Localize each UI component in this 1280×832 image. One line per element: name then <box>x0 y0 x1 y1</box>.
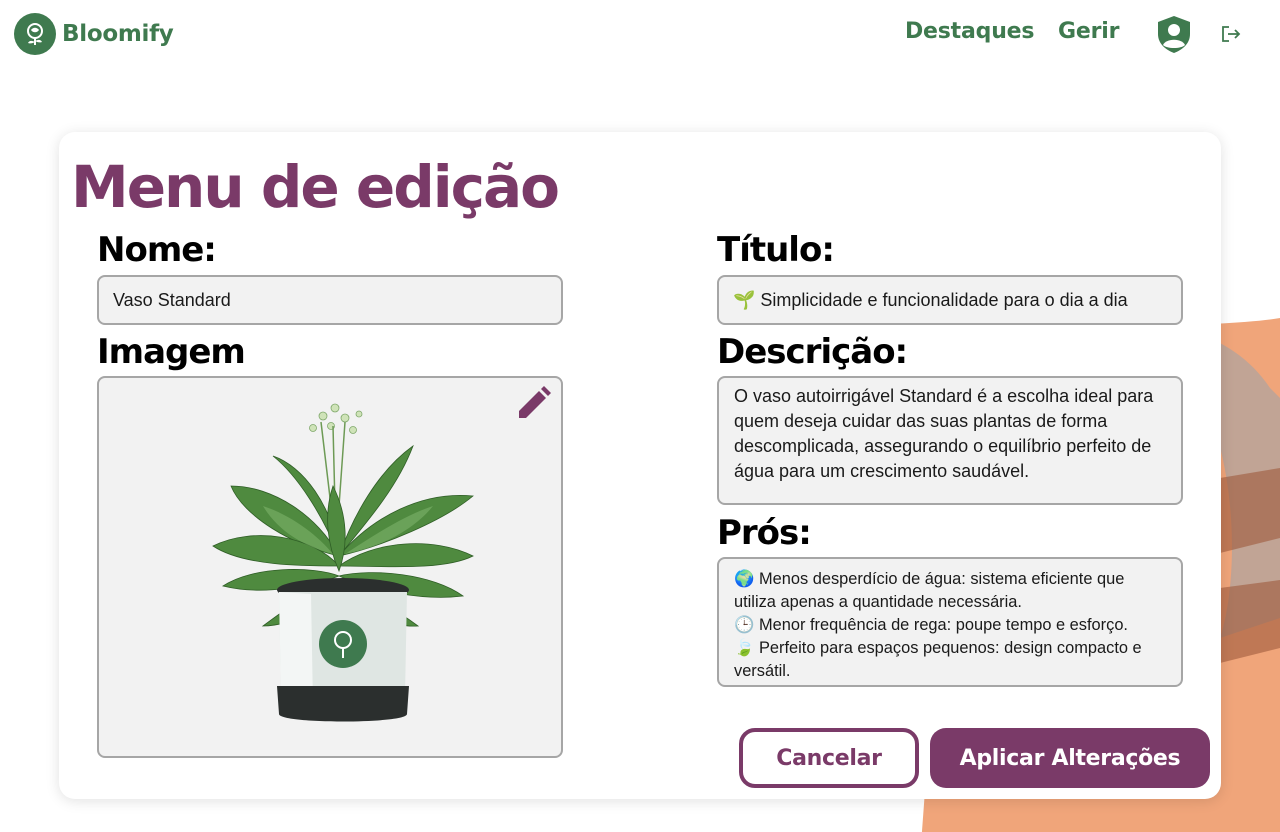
pros-textarea[interactable]: 🌍 Menos desperdício de água: sistema efi… <box>717 557 1183 687</box>
pros-item: 🍃 Perfeito para espaços pequenos: design… <box>734 639 1142 680</box>
name-label: Nome: <box>97 230 217 270</box>
title-label: Título: <box>717 230 835 270</box>
pros-label: Prós: <box>717 513 812 553</box>
pros-item: 🕒 Menor frequência de rega: poupe tempo … <box>734 616 1128 634</box>
nav-link-gerir[interactable]: Gerir <box>1058 19 1119 44</box>
description-textarea[interactable]: O vaso autoirrigável Standard é a escolh… <box>717 376 1183 505</box>
edit-menu-card: Menu de edição Nome: Vaso Standard Image… <box>59 132 1221 799</box>
rose-logo-icon <box>14 13 56 55</box>
brand-name: Bloomify <box>62 21 174 47</box>
product-plant-image <box>212 403 474 722</box>
title-input[interactable]: 🌱 Simplicidade e funcionalidade para o d… <box>717 275 1183 325</box>
image-upload-box[interactable] <box>97 376 563 758</box>
brand-logo[interactable]: Bloomify <box>14 13 174 55</box>
user-shield-icon[interactable] <box>1154 14 1194 54</box>
apply-changes-button[interactable]: Aplicar Alterações <box>930 728 1210 788</box>
logout-icon[interactable] <box>1221 25 1241 43</box>
nav-link-destaques[interactable]: Destaques <box>905 19 1034 44</box>
image-label: Imagem <box>97 332 246 372</box>
name-input[interactable]: Vaso Standard <box>97 275 563 325</box>
description-label: Descrição: <box>717 332 908 372</box>
pros-item: 🌍 Menos desperdício de água: sistema efi… <box>734 570 1125 611</box>
top-navbar: Bloomify Destaques Gerir <box>0 0 1280 70</box>
pencil-icon[interactable] <box>515 386 551 422</box>
cancel-button[interactable]: Cancelar <box>739 728 919 788</box>
page-title: Menu de edição <box>71 153 560 221</box>
